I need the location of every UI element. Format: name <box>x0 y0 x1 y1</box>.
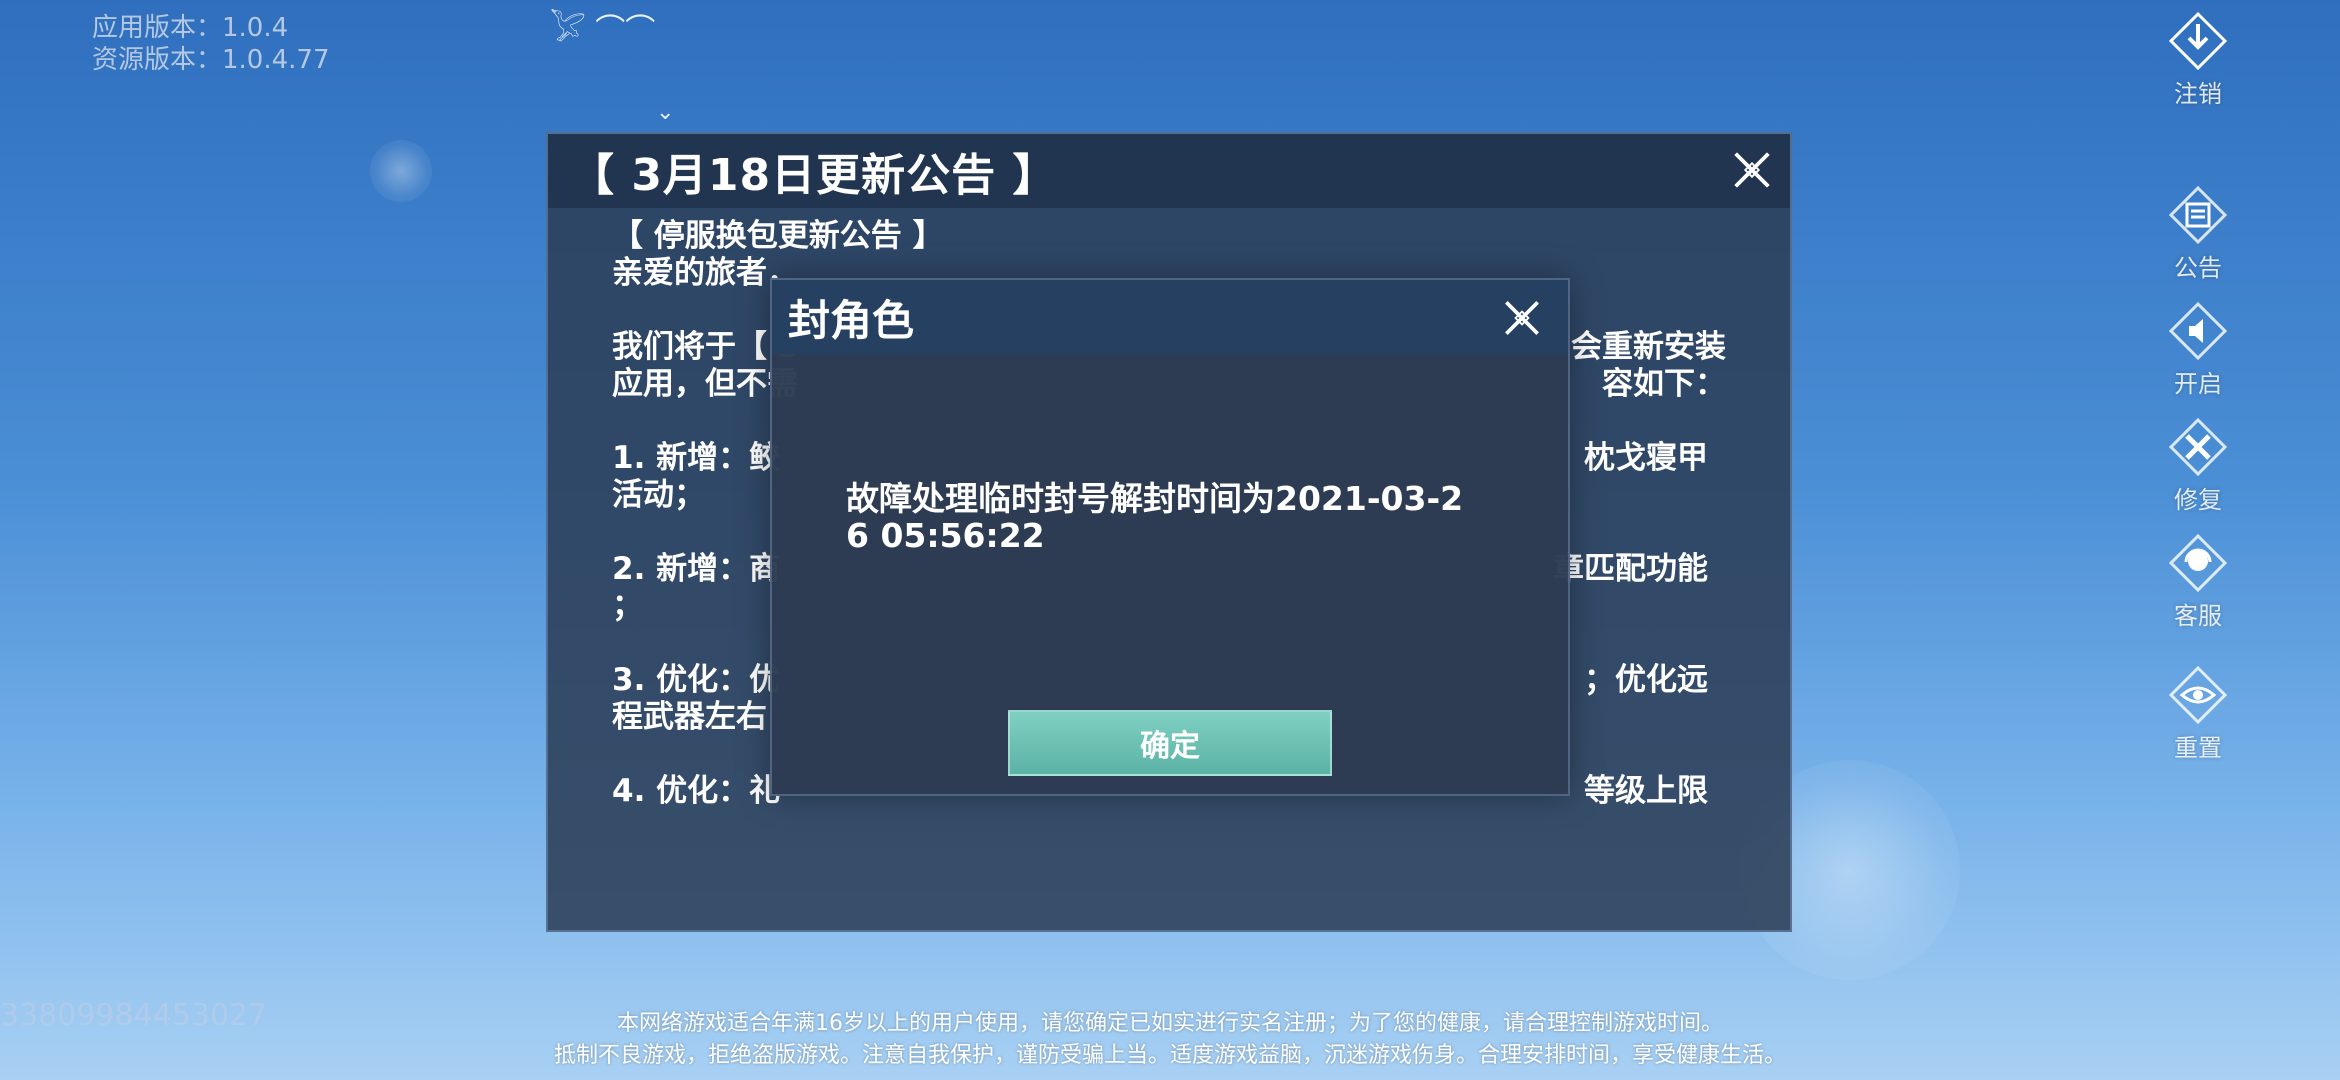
app-version: 应用版本：1.0.4 <box>92 13 289 43</box>
customer-service-label: 客服 <box>2174 602 2222 630</box>
repair-label: 修复 <box>2174 486 2222 514</box>
notice-icon <box>2168 185 2228 245</box>
customer-service-button[interactable]: 客服 <box>2160 532 2236 631</box>
dialog-title: 封角色 <box>788 295 915 345</box>
resource-version: 资源版本：1.0.4.77 <box>92 45 330 75</box>
logout-button[interactable]: 注销 <box>2160 10 2236 109</box>
sound-toggle-button[interactable]: 开启 <box>2160 300 2236 399</box>
footer-line-2: 抵制不良游戏，拒绝盗版游戏。注意自我保护，谨防受骗上当。适度游戏益脑，沉迷游戏伤… <box>553 1043 1786 1068</box>
dialog-message: 故障处理临时封号解封时间为2021-03-26 05:56:22 <box>846 479 1464 555</box>
announcement-title: 【 3月18日更新公告 】 <box>570 150 1058 201</box>
health-notice-footer: 本网络游戏适合年满16岁以上的用户使用，请您确定已如实进行实名注册；为了您的健康… <box>0 1008 2340 1072</box>
bird-decoration: ⌄ <box>656 100 675 125</box>
notice-label: 公告 <box>2174 254 2222 282</box>
logout-icon <box>2168 11 2228 71</box>
background-glow <box>370 140 432 202</box>
announcement-header: 【 3月18日更新公告 】 <box>548 134 1790 208</box>
close-icon <box>1734 152 1770 188</box>
logout-label: 注销 <box>2174 80 2222 108</box>
version-info: 应用版本：1.0.4 资源版本：1.0.4.77 <box>92 12 330 76</box>
customer-service-icon <box>2168 533 2228 593</box>
confirm-button[interactable]: 确定 <box>1008 710 1332 776</box>
dialog-close-button[interactable] <box>1494 290 1550 346</box>
notice-button[interactable]: 公告 <box>2160 184 2236 283</box>
ban-role-dialog: 封角色 故障处理临时封号解封时间为2021-03-26 05:56:22 确定 <box>770 278 1570 796</box>
sound-toggle-label: 开启 <box>2174 370 2222 398</box>
repair-icon <box>2168 417 2228 477</box>
reset-button[interactable]: 重置 <box>2160 664 2236 763</box>
footer-line-1: 本网络游戏适合年满16岁以上的用户使用，请您确定已如实进行实名注册；为了您的健康… <box>617 1011 1723 1036</box>
reset-label: 重置 <box>2174 734 2222 762</box>
repair-button[interactable]: 修复 <box>2160 416 2236 515</box>
announcement-close-button[interactable] <box>1724 142 1780 198</box>
close-icon <box>1505 301 1539 335</box>
bird-decoration: 𓅯 ⌒⌒ <box>550 13 656 48</box>
reset-eye-icon <box>2168 665 2228 725</box>
dialog-header: 封角色 <box>772 280 1568 354</box>
announcement-line: 【 停服换包更新公告 】 <box>612 218 944 254</box>
speaker-icon <box>2168 301 2228 361</box>
